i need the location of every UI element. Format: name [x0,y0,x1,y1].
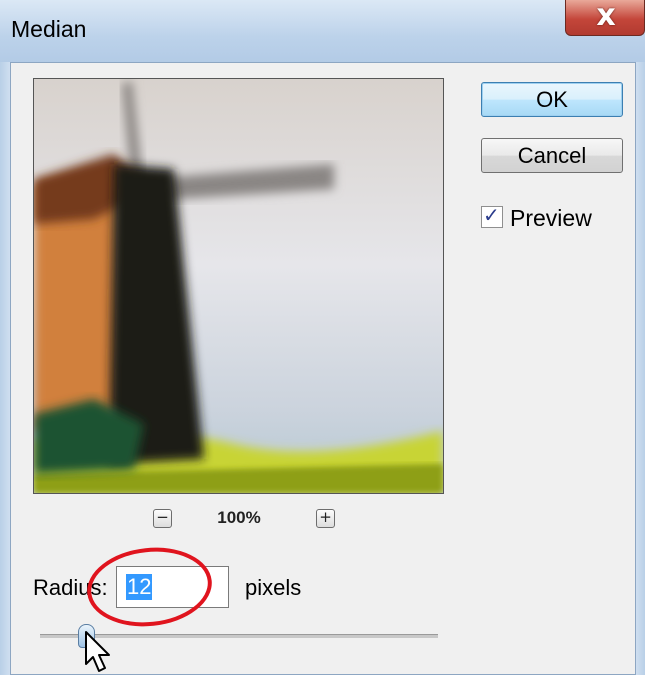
close-button[interactable]: x [565,0,645,36]
check-icon: ✓ [483,203,500,227]
zoom-in-button[interactable]: + [316,509,335,528]
minus-icon: − [156,508,169,526]
ok-button[interactable]: OK [481,82,623,117]
cancel-button[interactable]: Cancel [481,138,623,173]
dialog-title: Median [11,16,87,42]
preview-checkbox[interactable]: ✓ [481,203,503,228]
plus-icon: + [319,508,332,526]
close-icon: x [596,0,616,33]
title-bar: Median x [0,0,645,62]
radius-unit-label: pixels [245,575,302,600]
filter-preview-image[interactable] [33,78,444,494]
preview-checkbox-label[interactable]: Preview [510,205,592,232]
windmill-preview-art [34,81,443,493]
zoom-out-button[interactable]: − [153,509,172,528]
zoom-level: 100% [217,508,261,527]
window-frame-right [636,62,645,675]
window-frame-left [0,62,10,675]
mouse-cursor-icon [85,631,110,672]
